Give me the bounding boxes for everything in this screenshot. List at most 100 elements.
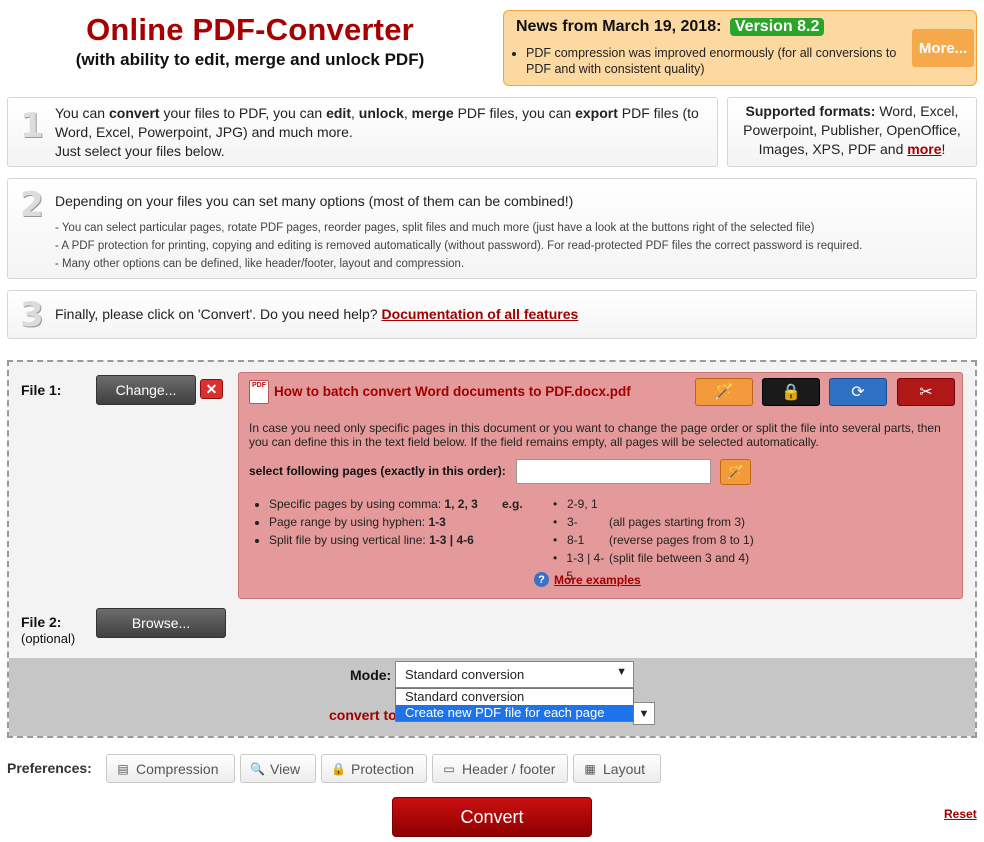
magic-wand-button[interactable]: 🪄: [695, 378, 753, 406]
mode-option-highlighted[interactable]: Create new PDF file for each page: [396, 705, 633, 721]
example-value: 2-9, 1: [553, 495, 609, 513]
pdf-file-icon: PDF: [249, 380, 269, 404]
news-more-button[interactable]: More...: [912, 29, 974, 67]
protection-button[interactable]: 🔒: [762, 378, 820, 406]
news-date: News from March 19, 2018:: [516, 18, 722, 35]
file-1-options-panel: PDF How to batch convert Word documents …: [238, 372, 963, 599]
eg-label: e.g.: [502, 497, 523, 511]
convert-to-select[interactable]: ▼: [633, 702, 655, 725]
pages-label: select following pages (exactly in this …: [249, 464, 506, 478]
step-2-heading: Depending on your files you can set many…: [55, 193, 574, 209]
chevron-down-icon: ▼: [616, 666, 627, 678]
file-name: How to batch convert Word documents to P…: [274, 384, 631, 399]
example-note: (all pages starting from 3): [609, 515, 746, 529]
example-note: (reverse pages from 8 to 1): [609, 533, 754, 547]
button-label: Layout: [603, 760, 646, 777]
mode-option[interactable]: Standard conversion: [396, 689, 633, 705]
bullet: - A PDF protection for printing, copying…: [55, 240, 863, 252]
compression-icon: ▤: [117, 761, 129, 776]
lock-icon: 🔒: [781, 384, 801, 401]
example-value: 3-: [553, 513, 609, 531]
remove-file-button[interactable]: ✕: [200, 379, 223, 399]
supported-formats: Supported formats: Word, Excel, Powerpoi…: [727, 97, 977, 167]
file-2-optional: (optional): [21, 631, 76, 646]
page-subtitle: (with ability to edit, merge and unlock …: [75, 50, 425, 69]
header: Online PDF-Converter (with ability to ed…: [0, 12, 500, 70]
scissors-icon: ✂: [919, 384, 933, 401]
file-2-label: File 2:: [21, 614, 62, 630]
text: You can: [55, 105, 109, 121]
protection-pref-button[interactable]: 🔒 Protection: [321, 754, 427, 783]
more-examples-link[interactable]: More examples: [554, 573, 641, 587]
hint: Specific pages by using comma: 1, 2, 3: [269, 495, 478, 513]
magic-wand-icon: 🪄: [714, 384, 734, 401]
documentation-link[interactable]: Documentation of all features: [381, 306, 578, 322]
mode-select[interactable]: Standard conversion ▼: [395, 661, 634, 688]
news-heading: News from March 19, 2018: Version 8.2: [516, 18, 825, 36]
reset-link[interactable]: Reset: [944, 807, 977, 821]
text: ,: [403, 105, 412, 121]
page-hints: Specific pages by using comma: 1, 2, 3 P…: [251, 495, 478, 549]
text: your files to PDF, you can: [159, 105, 327, 121]
step-number: 3: [20, 295, 44, 335]
layout-grid-icon: ▦: [584, 761, 596, 776]
panel-description: In case you need only specific pages in …: [249, 421, 941, 449]
step-1-box: 1 You can convert your files to PDF, you…: [7, 97, 718, 167]
rotate-button[interactable]: ⟳: [829, 378, 887, 406]
example-value: 8-1: [553, 531, 609, 549]
text: convert: [108, 105, 160, 121]
text: 1-3 | 4-6: [429, 533, 474, 547]
button-label: Compression: [136, 760, 219, 777]
preferences-label: Preferences:: [7, 760, 92, 776]
text: export: [575, 105, 618, 121]
more-examples: ? More examples: [534, 572, 641, 587]
header-footer-button[interactable]: ▭ Header / footer: [432, 754, 568, 783]
text: Finally, please click on 'Convert'. Do y…: [55, 306, 382, 322]
convert-button[interactable]: Convert: [392, 797, 592, 837]
pdf-icon-text: PDF: [252, 382, 266, 389]
step-3-box: 3 Finally, please click on 'Convert'. Do…: [7, 290, 977, 339]
text: Page range by using hyphen:: [269, 515, 429, 529]
step-2-box: 2 Depending on your files you can set ma…: [7, 178, 977, 279]
example: 3-(all pages starting from 3): [553, 513, 754, 531]
pages-wand-button[interactable]: 🪄: [720, 459, 751, 485]
example: 8-1(reverse pages from 8 to 1): [553, 531, 754, 549]
text: edit: [326, 105, 351, 121]
formats-more-link[interactable]: more: [907, 141, 941, 157]
text: PDF files, you can: [453, 105, 576, 121]
mode-dropdown: Standard conversion Create new PDF file …: [395, 688, 634, 722]
convert-to-label: convert to: [329, 707, 397, 723]
step-2-bullets: - You can select particular pages, rotat…: [55, 219, 960, 273]
chevron-down-icon: ▼: [638, 707, 650, 720]
file-1-label: File 1:: [21, 382, 62, 398]
layout-button[interactable]: ▦ Layout: [573, 754, 661, 783]
mode-label: Mode:: [350, 667, 392, 683]
version-badge: Version 8.2: [729, 18, 825, 36]
lock-icon: 🔒: [331, 761, 346, 776]
text: !: [941, 141, 946, 157]
button-label: Header / footer: [462, 760, 556, 777]
step-number: 1: [20, 106, 44, 146]
bullet: - You can select particular pages, rotat…: [55, 222, 815, 234]
step-1-text: You can convert your files to PDF, you c…: [55, 104, 710, 161]
news-item: PDF compression was improved enormously …: [526, 45, 910, 77]
news-list: PDF compression was improved enormously …: [510, 45, 910, 77]
text: unlock: [358, 105, 404, 121]
button-label: Protection: [351, 760, 415, 777]
button-label: View: [270, 760, 301, 777]
change-file-button[interactable]: Change...: [96, 375, 196, 405]
text: merge: [411, 105, 454, 121]
text: Just select your files below.: [55, 143, 225, 159]
text: ,: [350, 105, 359, 121]
pages-input[interactable]: [516, 459, 711, 484]
example: 2-9, 1: [553, 495, 754, 513]
split-button[interactable]: ✂: [897, 378, 955, 406]
browse-button[interactable]: Browse...: [96, 608, 226, 638]
text: Specific pages by using comma:: [269, 497, 445, 511]
compression-button[interactable]: ▤ Compression: [106, 754, 235, 783]
text: 1-3: [428, 515, 446, 529]
text: 1, 2, 3: [444, 497, 478, 511]
view-button[interactable]: 🔍 View: [240, 754, 316, 783]
help-icon[interactable]: ?: [534, 572, 549, 587]
hint: Page range by using hyphen: 1-3: [269, 513, 478, 531]
